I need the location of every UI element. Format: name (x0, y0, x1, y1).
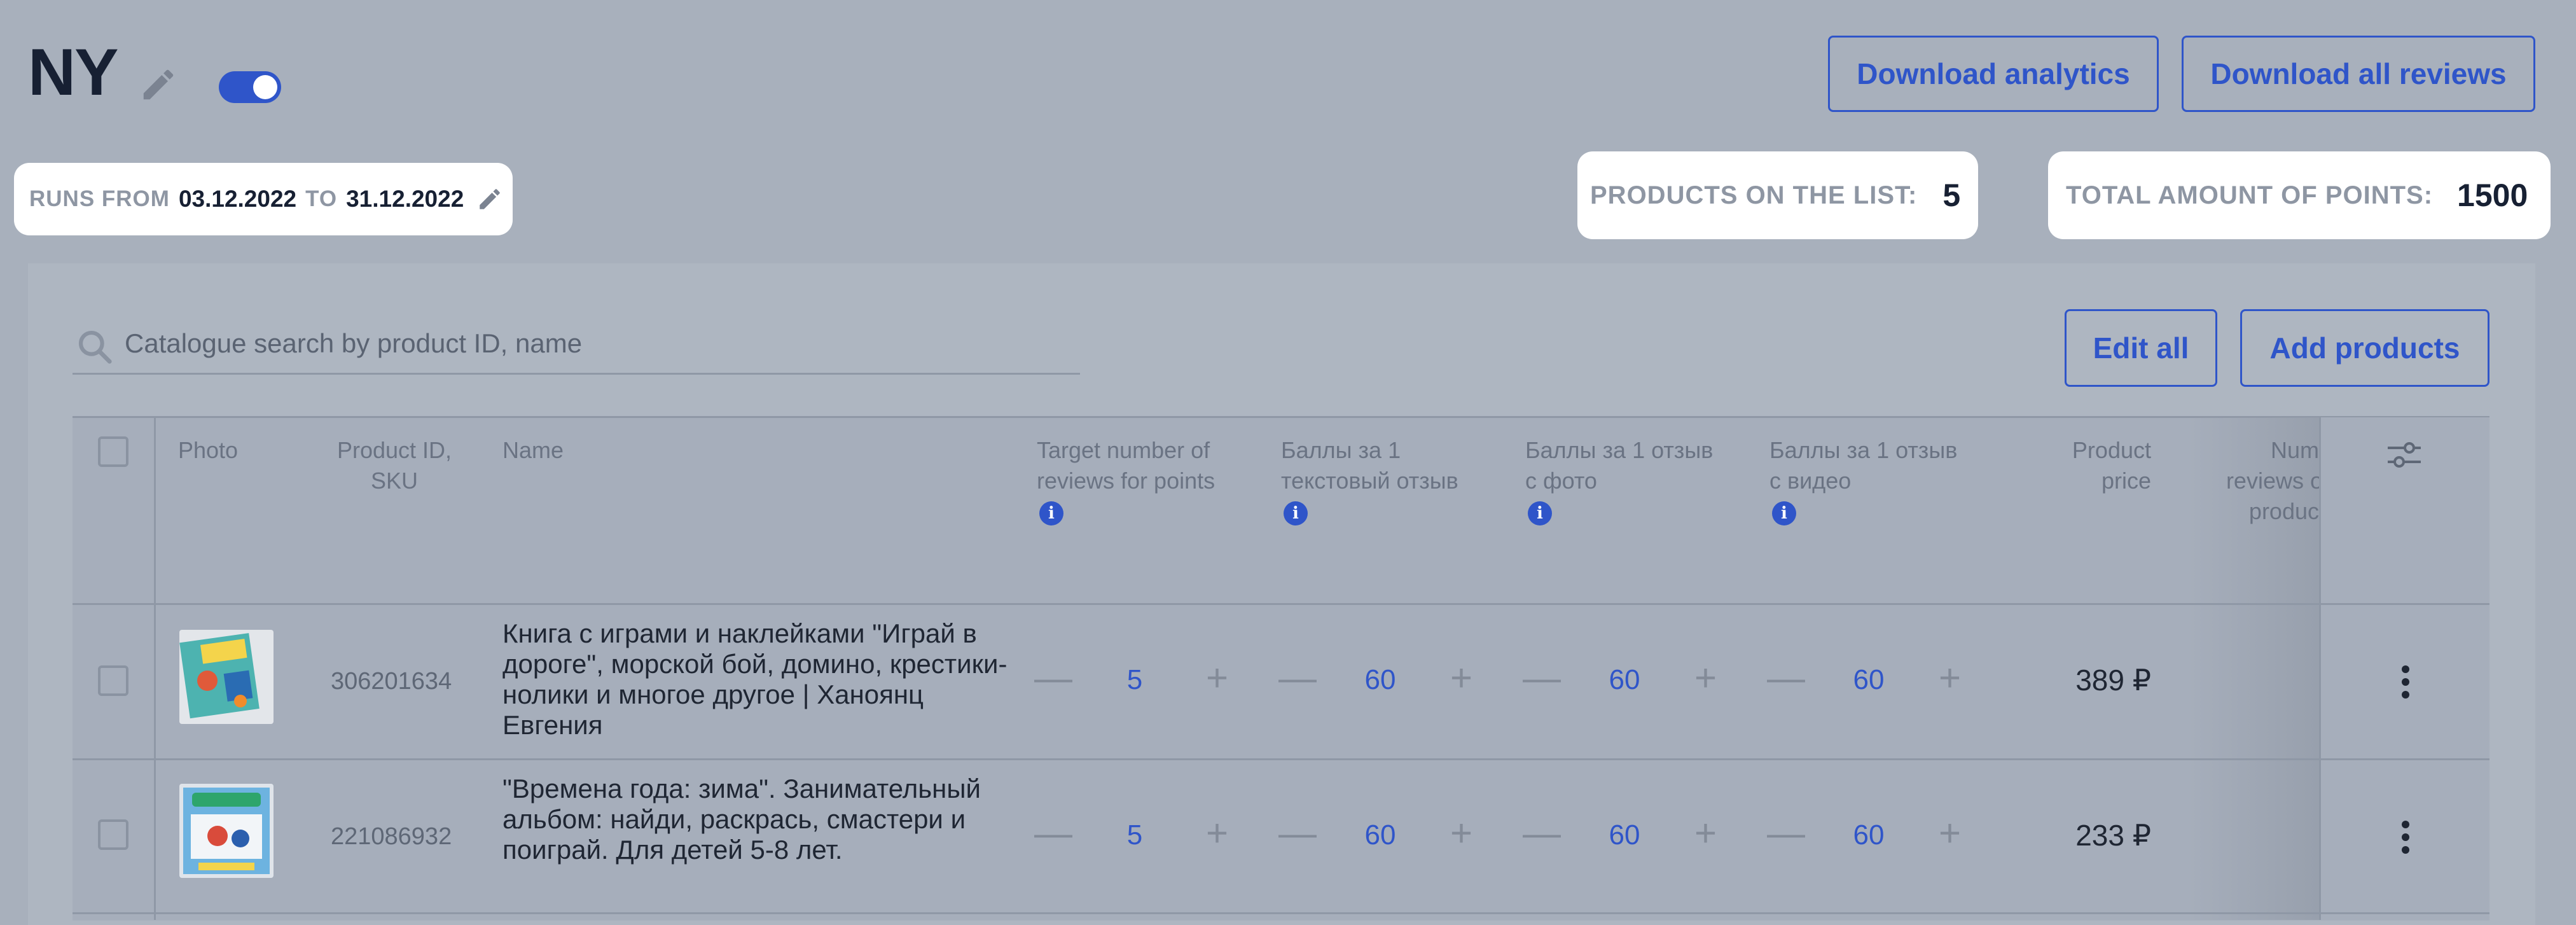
toggle-knob (253, 75, 277, 99)
col-video-review-points: Баллы за 1 отзыв с видео (1769, 435, 1957, 496)
product-name[interactable]: Книга с играми и наклейками "Играй в дор… (502, 618, 1011, 741)
photo-points-increment[interactable]: + (1694, 814, 1717, 852)
video-points-increment[interactable]: + (1939, 814, 1961, 852)
target-increment[interactable]: + (1206, 659, 1228, 697)
header-divider (73, 603, 2489, 605)
col-photo-review-line2: с фото (1525, 468, 1597, 494)
text-points-value[interactable]: 60 (1342, 664, 1418, 696)
text-points-value[interactable]: 60 (1342, 819, 1418, 851)
target-decrement[interactable]: — (1034, 659, 1072, 697)
col-target-line2: reviews for points (1037, 468, 1215, 494)
photo-points-decrement[interactable]: — (1523, 659, 1561, 697)
add-products-button[interactable]: Add products (2240, 309, 2489, 387)
col-num-line2: reviews o (2226, 468, 2319, 494)
col-text-line2: текстовый отзыв (1281, 468, 1458, 494)
col-name[interactable]: Name (502, 435, 564, 466)
col-product-id[interactable]: Product ID, SKU (324, 435, 464, 496)
sliders-icon[interactable] (2386, 439, 2422, 474)
video-points-value[interactable]: 60 (1831, 819, 1907, 851)
kebab-icon[interactable] (2402, 665, 2409, 704)
product-sku: 306201634 (331, 668, 452, 695)
product-sku: 221086932 (331, 823, 452, 850)
products-count-pill: PRODUCTS ON THE LIST: 5 (1577, 151, 1978, 239)
video-points-decrement[interactable]: — (1767, 659, 1805, 697)
col-price-line2: price (2101, 468, 2151, 494)
product-price: 389 ₽ (2075, 664, 2151, 697)
col-photo-review-points: Баллы за 1 отзыв с фото (1525, 435, 1713, 496)
search-input[interactable]: Catalogue search by product ID, name (125, 328, 582, 359)
target-value[interactable]: 5 (1097, 819, 1173, 851)
col-number-of-reviews[interactable]: Numb reviews o product (2188, 435, 2319, 527)
page-title: NY (28, 36, 118, 109)
product-price: 233 ₽ (2075, 819, 2151, 852)
target-decrement[interactable]: — (1034, 814, 1072, 852)
info-icon[interactable]: i (1284, 501, 1308, 525)
search-icon (75, 327, 114, 370)
photo-points-increment[interactable]: + (1694, 659, 1717, 697)
text-points-decrement[interactable]: — (1278, 814, 1317, 852)
settings-col-divider (2319, 417, 2321, 920)
target-value[interactable]: 5 (1097, 664, 1173, 696)
photo-points-decrement[interactable]: — (1523, 814, 1561, 852)
col-product-id-line1: Product ID, (336, 437, 452, 463)
search-underline (73, 373, 1080, 375)
col-text-review-points: Баллы за 1 текстовый отзыв (1281, 435, 1458, 496)
text-points-increment[interactable]: + (1450, 659, 1472, 697)
col-photo-review-line1: Баллы за 1 отзыв (1525, 437, 1714, 463)
info-icon[interactable]: i (1772, 501, 1796, 525)
video-points-value[interactable]: 60 (1831, 664, 1907, 696)
download-analytics-button[interactable]: Download analytics (1828, 36, 2159, 112)
runs-to-date: 31.12.2022 (346, 186, 464, 212)
text-points-increment[interactable]: + (1450, 814, 1472, 852)
points-label: TOTAL AMOUNT OF POINTS: (2066, 181, 2434, 209)
col-target-reviews: Target number of reviews for points (1037, 435, 1215, 496)
col-photo: Photo (178, 437, 239, 463)
col-product-id-line2: SKU (370, 468, 419, 494)
active-toggle[interactable] (219, 71, 281, 103)
col-num-line1: Numb (2270, 437, 2319, 463)
video-points-decrement[interactable]: — (1767, 814, 1805, 852)
photo-points-value[interactable]: 60 (1586, 664, 1663, 696)
runs-from-label: RUNS FROM (29, 186, 170, 211)
row-checkbox[interactable] (98, 819, 128, 850)
runs-from-date: 03.12.2022 (178, 186, 297, 212)
video-points-increment[interactable]: + (1939, 659, 1961, 697)
checkbox-col-divider (154, 417, 156, 920)
col-price-line1: Product (2072, 437, 2151, 463)
info-icon[interactable]: i (1528, 501, 1552, 525)
info-icon[interactable]: i (1039, 501, 1063, 525)
col-video-review-line1: Баллы за 1 отзыв (1769, 437, 1958, 463)
product-thumbnail (179, 630, 274, 724)
points-value: 1500 (2457, 177, 2528, 213)
target-increment[interactable]: + (1206, 814, 1228, 852)
col-video-review-line2: с видео (1769, 468, 1852, 494)
products-value: 5 (1942, 177, 1961, 213)
row-divider (73, 758, 2489, 760)
text-points-decrement[interactable]: — (1278, 659, 1317, 697)
download-all-reviews-button[interactable]: Download all reviews (2182, 36, 2535, 112)
edit-all-button[interactable]: Edit all (2065, 309, 2217, 387)
photo-points-value[interactable]: 60 (1586, 819, 1663, 851)
total-points-pill: TOTAL AMOUNT OF POINTS: 1500 (2048, 151, 2551, 239)
pencil-icon[interactable] (476, 186, 503, 212)
col-num-line3: product (2248, 498, 2319, 524)
col-text-line1: Баллы за 1 (1281, 437, 1401, 463)
runs-date-pill: RUNS FROM 03.12.2022 TO 31.12.2022 (14, 163, 513, 235)
row-checkbox[interactable] (98, 665, 128, 696)
products-label: PRODUCTS ON THE LIST: (1590, 181, 1918, 209)
pencil-icon[interactable] (139, 65, 178, 104)
col-target-line1: Target number of (1037, 437, 1210, 463)
product-thumbnail (179, 784, 274, 878)
select-all-checkbox[interactable] (98, 436, 128, 467)
col-product-price[interactable]: Product price (1991, 435, 2151, 496)
product-name[interactable]: "Времена года: зима". Занимательный альб… (502, 774, 986, 865)
kebab-icon[interactable] (2402, 821, 2409, 859)
runs-to-label: TO (305, 186, 338, 211)
